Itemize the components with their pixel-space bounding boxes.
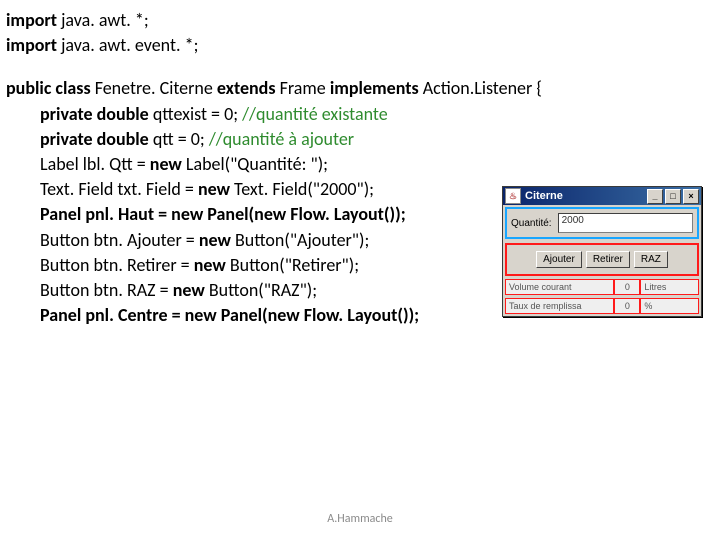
keyword-new: new — [198, 178, 230, 200]
keyword-new: new — [173, 279, 205, 301]
code-line: Label lbl. Qtt = new Label("Quantité: ")… — [6, 152, 714, 177]
keyword-new: new — [199, 229, 231, 251]
code-line: private double qttexist = 0; //quantité … — [6, 102, 714, 127]
code-line: private double qtt = 0; //quantité à ajo… — [6, 127, 714, 152]
retirer-button[interactable]: Retirer — [586, 251, 630, 268]
info-row: Taux de remplissa 0 % — [505, 298, 699, 314]
quantity-input[interactable]: 2000 — [558, 213, 693, 233]
panel-centre: Ajouter Retirer RAZ — [505, 243, 699, 276]
maximize-button[interactable]: □ — [665, 189, 681, 204]
keyword-new: new — [194, 254, 226, 276]
taux-unit: % — [640, 298, 699, 314]
comment: //quantité existante — [242, 103, 388, 125]
code-line: import java. awt. *; — [6, 8, 714, 33]
window-title: Citerne — [525, 190, 645, 202]
blank-line — [6, 58, 714, 76]
keyword-private: private double — [40, 128, 149, 150]
keyword-import: import — [6, 9, 57, 31]
minimize-button[interactable]: _ — [647, 189, 663, 204]
titlebar[interactable]: ♨ Citerne _ □ × — [503, 187, 701, 205]
footer-author: A.Hammache — [0, 512, 720, 526]
code-line: public class Fenetre. Citerne extends Fr… — [6, 76, 714, 101]
raz-button[interactable]: RAZ — [634, 251, 668, 268]
comment: //quantité à ajouter — [209, 128, 354, 150]
ajouter-button[interactable]: Ajouter — [536, 251, 582, 268]
volume-value: 0 — [614, 279, 640, 295]
code-line: import java. awt. event. *; — [6, 33, 714, 58]
keyword-new: new — [150, 153, 182, 175]
quantity-label: Quantité: — [511, 218, 552, 229]
keyword-extends: extends — [217, 77, 276, 99]
taux-value: 0 — [614, 298, 640, 314]
volume-unit: Litres — [640, 279, 699, 295]
keyword-import: import — [6, 34, 57, 56]
window-body: Quantité: 2000 Ajouter Retirer RAZ Volum… — [503, 205, 701, 316]
close-button[interactable]: × — [683, 189, 699, 204]
info-row: Volume courant 0 Litres — [505, 279, 699, 295]
java-window: ♨ Citerne _ □ × Quantité: 2000 Ajouter R… — [502, 186, 702, 317]
taux-label: Taux de remplissa — [505, 298, 614, 314]
keyword-private: private double — [40, 103, 149, 125]
volume-label: Volume courant — [505, 279, 614, 295]
java-icon: ♨ — [505, 188, 521, 204]
keyword-public-class: public class — [6, 77, 91, 99]
panel-haut: Quantité: 2000 — [505, 207, 699, 239]
keyword-implements: implements — [330, 77, 419, 99]
